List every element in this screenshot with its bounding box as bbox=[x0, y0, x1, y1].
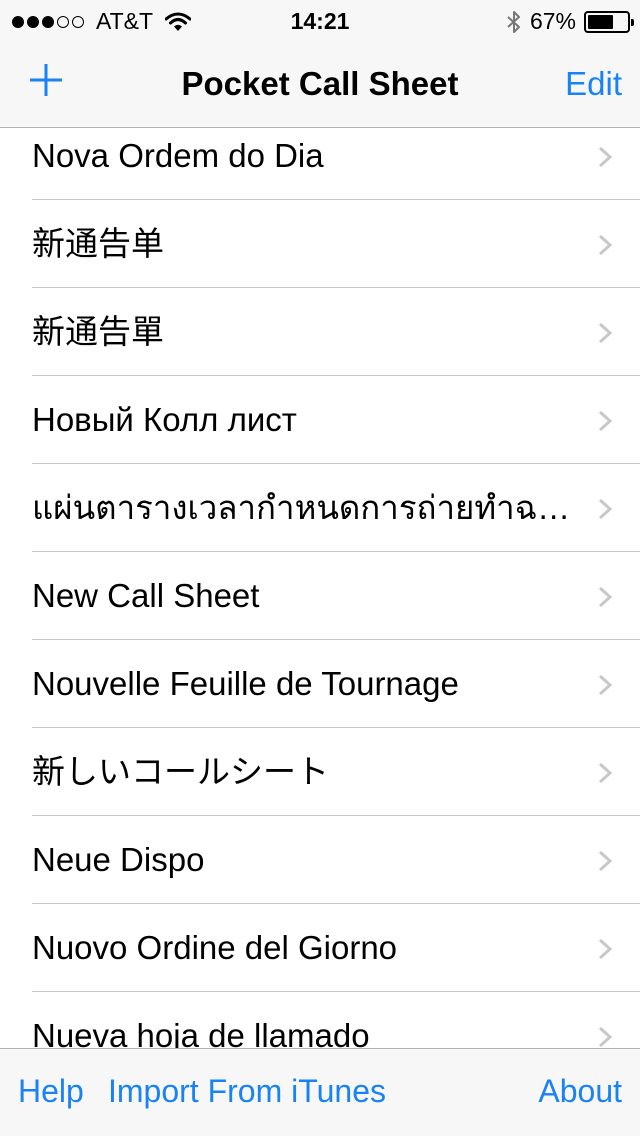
list-item[interactable]: New Call Sheet bbox=[0, 552, 640, 640]
list-item-label: 新通告單 bbox=[32, 313, 164, 350]
navigation-bar: Pocket Call Sheet Edit bbox=[0, 40, 640, 128]
chevron-right-icon bbox=[598, 938, 612, 960]
status-bar: AT&T 14:21 67% bbox=[0, 0, 640, 40]
list-item-label: Nuovo Ordine del Giorno bbox=[32, 929, 398, 966]
list-item-label: Новый Колл лист bbox=[32, 401, 297, 438]
battery-icon bbox=[584, 10, 634, 33]
chevron-right-icon bbox=[598, 146, 612, 168]
chevron-right-icon bbox=[598, 850, 612, 872]
list-item[interactable]: 新しいコールシート bbox=[0, 728, 640, 816]
bluetooth-icon bbox=[507, 10, 520, 33]
list-item[interactable]: Nuovo Ordine del Giorno bbox=[0, 904, 640, 992]
top-bar: AT&T 14:21 67% Pocket Call Sheet Edit bbox=[0, 0, 640, 128]
list-item-label: แผ่นตารางเวลากำหนดการถ่ายทำฉบับใหม่ bbox=[32, 489, 582, 526]
about-button[interactable]: About bbox=[538, 1073, 622, 1110]
list-item-label: New Call Sheet bbox=[32, 577, 260, 614]
chevron-right-icon bbox=[598, 234, 612, 256]
chevron-right-icon bbox=[598, 1026, 612, 1048]
chevron-right-icon bbox=[598, 586, 612, 608]
chevron-right-icon bbox=[598, 322, 612, 344]
battery-percentage: 67% bbox=[529, 8, 576, 34]
page-title: Pocket Call Sheet bbox=[181, 65, 459, 102]
list-item[interactable]: Nouvelle Feuille de Tournage bbox=[0, 640, 640, 728]
list-item-label: Nouvelle Feuille de Tournage bbox=[32, 665, 459, 702]
help-button[interactable]: Help bbox=[18, 1073, 84, 1110]
status-right: 67% bbox=[506, 8, 634, 35]
list-item-label: 新通告单 bbox=[32, 225, 164, 262]
battery-fill bbox=[588, 14, 614, 29]
list-item[interactable]: Neue Dispo bbox=[0, 816, 640, 904]
list-item[interactable]: 新通告单 bbox=[0, 200, 640, 288]
list-item[interactable]: แผ่นตารางเวลากำหนดการถ่ายทำฉบับใหม่ bbox=[0, 464, 640, 552]
call-sheet-list: Nova Ordem do Dia 新通告单 新通告單 Новый Колл л… bbox=[0, 112, 640, 1080]
bottom-toolbar: Help Import From iTunes About bbox=[0, 1048, 640, 1136]
list-item[interactable]: 新通告單 bbox=[0, 288, 640, 376]
list-item[interactable]: Новый Колл лист bbox=[0, 376, 640, 464]
chevron-right-icon bbox=[598, 674, 612, 696]
chevron-right-icon bbox=[598, 410, 612, 432]
chevron-right-icon bbox=[598, 498, 612, 520]
edit-button[interactable]: Edit bbox=[565, 65, 622, 103]
list-item-label: 新しいコールシート bbox=[32, 753, 329, 790]
import-from-itunes-button[interactable]: Import From iTunes bbox=[108, 1073, 386, 1110]
list-item-label: Neue Dispo bbox=[32, 841, 205, 878]
chevron-right-icon bbox=[598, 762, 612, 784]
